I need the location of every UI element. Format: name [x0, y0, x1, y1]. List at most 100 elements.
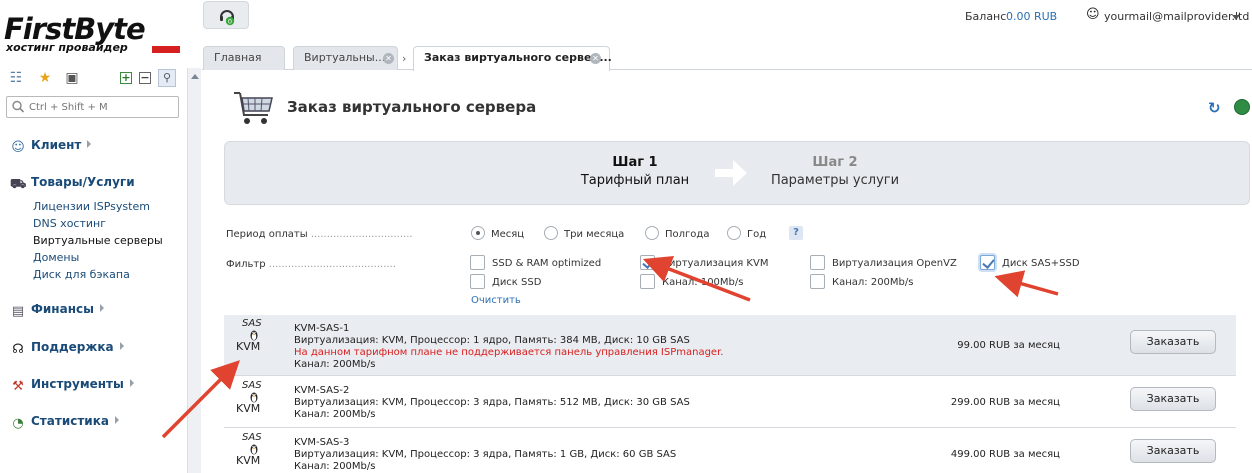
- brand-logo[interactable]: FirstByte хостинг провайдер: [4, 14, 184, 58]
- tab-virtual-servers[interactable]: Виртуальны... ✕: [293, 46, 398, 70]
- chevron-right-icon: [114, 416, 119, 424]
- chevron-right-icon: [99, 304, 104, 312]
- radio-three-months[interactable]: Три месяца: [544, 226, 624, 240]
- tariff-channel: Канал: 200Mb/s: [294, 409, 376, 420]
- tariff-price: 299.00 RUB за месяц: [950, 397, 1060, 408]
- shopping-cart-icon: [234, 92, 273, 124]
- nav-section-products[interactable]: ⛟ Товары/Услуги: [10, 173, 135, 192]
- refresh-icon[interactable]: ↻: [1208, 99, 1221, 117]
- scroll-up-arrow-icon[interactable]: [191, 74, 199, 79]
- expand-all-icon[interactable]: +: [120, 72, 132, 84]
- sas-kvm-logo: SAS KVM: [234, 319, 274, 363]
- nav-section-statistics[interactable]: ◔ Статистика: [10, 412, 119, 431]
- clear-filters-link[interactable]: Очистить: [471, 295, 521, 306]
- favorites-star-icon[interactable]: ★: [37, 70, 53, 86]
- order-button[interactable]: Заказать: [1130, 330, 1216, 354]
- tariff-name: KVM-SAS-1: [294, 323, 350, 334]
- tree-view-icon[interactable]: ☷: [8, 70, 24, 86]
- globe-icon[interactable]: [1234, 99, 1250, 115]
- nav-section-label: Инструменты: [31, 377, 124, 391]
- logo-sas-text: SAS: [242, 380, 262, 391]
- checkbox[interactable]: [470, 255, 485, 270]
- user-avatar-icon[interactable]: ☺: [1086, 7, 1100, 22]
- logo-kvm-text: KVM: [236, 402, 261, 415]
- notifications-count: 0: [228, 18, 232, 26]
- collapse-all-icon[interactable]: −: [139, 72, 151, 84]
- checkbox[interactable]: [640, 274, 655, 289]
- logo-sas-text: SAS: [242, 432, 262, 443]
- chart-icon: ◔: [12, 416, 24, 431]
- filter-sas-ssd[interactable]: Диск SAS+SSD: [980, 255, 1080, 271]
- page-title: Заказ виртуального сервера: [287, 98, 537, 116]
- checkbox-label: Диск SAS+SSD: [1002, 258, 1080, 269]
- sas-kvm-logo: SAS KVM: [234, 433, 274, 473]
- headset-notification-icon: 0: [220, 10, 235, 26]
- checkbox[interactable]: [640, 255, 655, 270]
- nav-item-backup[interactable]: Диск для бэкапа: [33, 266, 130, 283]
- wizard-step-2: Шаг 2 Параметры услуги: [765, 154, 905, 190]
- period-label: Период оплаты ..........................…: [226, 229, 413, 240]
- balance-value[interactable]: 0.00 RUB: [1006, 10, 1057, 23]
- logo-wordmark: FirstByte: [4, 12, 146, 46]
- filter-ssd-disk[interactable]: Диск SSD: [470, 274, 541, 290]
- nav-section-finance[interactable]: ▤ Финансы: [10, 300, 104, 319]
- checkbox[interactable]: [810, 255, 825, 270]
- search-input[interactable]: [29, 99, 175, 115]
- filter-label-text: Фильтр: [226, 259, 266, 270]
- checkbox[interactable]: [980, 255, 995, 270]
- search-icon: [12, 100, 25, 113]
- nav-item-vps[interactable]: Виртуальные серверы: [33, 232, 163, 249]
- sidebar-search[interactable]: [6, 96, 179, 118]
- user-icon: ☺: [11, 140, 25, 155]
- nav-section-client[interactable]: ☺ Клиент: [10, 136, 92, 155]
- radio-circle: [727, 226, 741, 240]
- checkbox-label: Виртуализация OpenVZ: [832, 258, 957, 269]
- order-button[interactable]: Заказать: [1130, 439, 1216, 463]
- sidebar-scrollbar[interactable]: [187, 68, 201, 473]
- nav-item-licenses[interactable]: Лицензии ISPsystem: [33, 198, 150, 215]
- clipboard-icon[interactable]: ▣: [64, 70, 80, 86]
- user-menu-chevron-down-icon[interactable]: [1232, 15, 1240, 20]
- tab-label: Главная: [214, 51, 262, 64]
- filter-kvm[interactable]: Виртуализация KVM: [640, 255, 768, 271]
- sas-kvm-logo: SAS KVM: [234, 381, 274, 425]
- nav-item-domains[interactable]: Домены: [33, 249, 79, 266]
- help-icon[interactable]: ?: [789, 226, 803, 240]
- headset-icon: ☊: [12, 342, 24, 357]
- tariff-name: KVM-SAS-2: [294, 385, 350, 396]
- radio-label: Три месяца: [564, 229, 625, 240]
- radio-year[interactable]: Год: [727, 226, 766, 240]
- order-button[interactable]: Заказать: [1130, 387, 1216, 411]
- pin-icon[interactable]: ⚲: [158, 69, 176, 87]
- checkbox-label: Канал: 200Mb/s: [832, 277, 914, 288]
- close-icon[interactable]: ✕: [383, 53, 394, 64]
- user-email[interactable]: yourmail@mailprovider.ltd: [1104, 10, 1249, 23]
- step-number: Шаг 2: [812, 155, 858, 170]
- radio-label: Год: [747, 229, 767, 240]
- logo-tagline: хостинг провайдер: [6, 41, 128, 54]
- filter-ssd-ram[interactable]: SSD & RAM optimized: [470, 255, 601, 271]
- nav-section-support[interactable]: ☊ Поддержка: [10, 338, 124, 357]
- checkbox[interactable]: [810, 274, 825, 289]
- notifications-button[interactable]: 0: [203, 1, 249, 29]
- wizard-steps: Шаг 1 Тарифный план Шаг 2 Параметры услу…: [224, 141, 1250, 205]
- nav-section-tools[interactable]: ⚒ Инструменты: [10, 375, 134, 394]
- balance-label: Баланс: [965, 10, 1007, 23]
- tab-order-vps[interactable]: Заказ виртуального сервер... ✕: [413, 46, 612, 71]
- nav-item-dns[interactable]: DNS хостинг: [33, 215, 106, 232]
- radio-circle: [645, 226, 659, 240]
- radio-month[interactable]: Месяц: [471, 226, 524, 240]
- radio-half-year[interactable]: Полгода: [645, 226, 709, 240]
- nav-section-label: Финансы: [31, 302, 94, 316]
- filter-channel-100[interactable]: Канал: 100Mb/s: [640, 274, 743, 290]
- logo-sas-text: SAS: [242, 318, 262, 329]
- checkbox[interactable]: [470, 274, 485, 289]
- filter-channel-200[interactable]: Канал: 200Mb/s: [810, 274, 913, 290]
- filter-openvz[interactable]: Виртуализация OpenVZ: [810, 255, 957, 271]
- logo-red-bar: [152, 46, 180, 53]
- close-icon[interactable]: ✕: [590, 53, 601, 64]
- period-label-text: Период оплаты: [226, 229, 308, 240]
- tariff-row: SAS KVM KVM-SAS-3 Виртуализация: KVM, Пр…: [224, 429, 1236, 473]
- radio-circle: [471, 226, 485, 240]
- tab-home[interactable]: Главная: [203, 46, 285, 70]
